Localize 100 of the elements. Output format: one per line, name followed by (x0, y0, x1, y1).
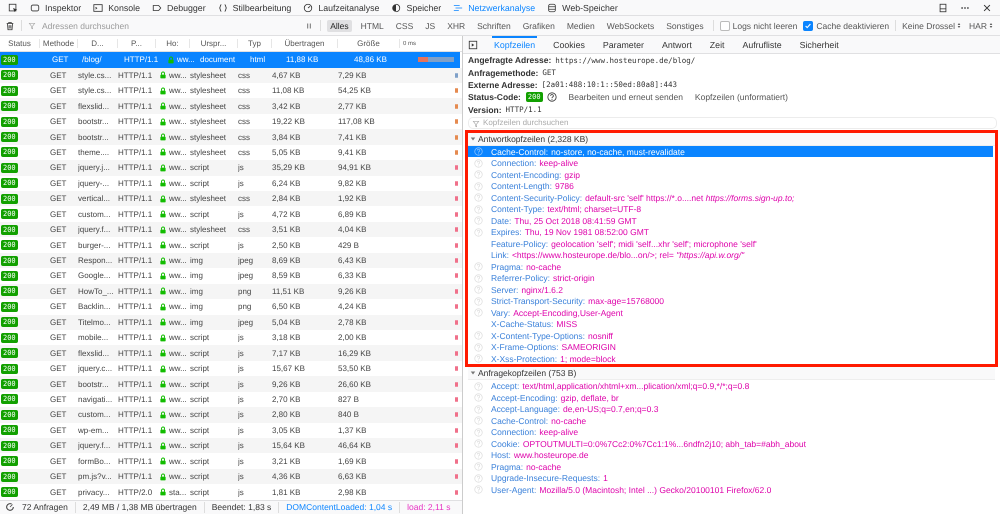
column-header[interactable]: D... (78, 39, 118, 48)
detail-tab[interactable]: Zeit (708, 36, 726, 53)
header-row[interactable]: Referrer-Policy: strict-origin (468, 272, 995, 284)
header-value: no-cache (526, 462, 562, 472)
header-row[interactable]: Content-Type: text/html; charset=UTF-8 (468, 203, 995, 215)
trash-icon[interactable] (5, 20, 15, 30)
section-title: Anfragekopfzeilen (753 B) (478, 368, 576, 378)
column-header[interactable]: Übertragen (272, 39, 338, 48)
header-row[interactable]: Content-Security-Policy: default-src 'self' https://*.o....net https://forms.sign-up.to; (468, 192, 995, 204)
timing-bar (455, 180, 458, 186)
header-row[interactable]: Expires: Thu, 19 Nov 1981 08:52:00 GMT (468, 226, 995, 238)
header-row[interactable]: X-Xss-Protection: 1; mode=block (468, 352, 995, 364)
action-button[interactable]: Kopfzeilen (unformatiert) (694, 92, 788, 102)
lock-icon (160, 442, 166, 450)
header-row[interactable]: Accept: text/html,application/xhtml+xm...plication/xml;q=0.9,*/*;q=0.8 (468, 380, 995, 392)
devtools-tab[interactable]: Stilbearbeitung (218, 0, 292, 15)
devtools-tab[interactable]: Debugger (152, 0, 206, 15)
help-icon[interactable] (546, 92, 557, 102)
devtools-tab[interactable]: Konsole (93, 0, 140, 15)
gauge-icon[interactable] (5, 502, 15, 512)
table-cell-text: 3,05 KB (272, 426, 302, 435)
checkbox[interactable] (720, 20, 730, 30)
type-filter-button[interactable]: HTML (358, 20, 387, 32)
header-row[interactable]: Link: <https://www.hosteurope.de/blo...on/>; rel= "https://api.w.org/" (468, 249, 995, 261)
column-header[interactable]: Ho: (156, 39, 190, 48)
detail-tab[interactable]: Aufrufliste (740, 36, 784, 53)
header-name: Feature-Policy: (491, 238, 548, 249)
header-row[interactable]: Accept-Language: de,en-US;q=0.7,en;q=0.3 (468, 403, 995, 415)
header-value: <https://www.hosteurope.de/blo...on/>; rel= "https://api.w.org/" (512, 250, 744, 260)
dropdown[interactable]: Keine Drossel (902, 20, 962, 30)
detail-tab[interactable]: Sicherheit (798, 36, 841, 53)
column-header[interactable]: Status (0, 39, 40, 48)
header-row[interactable]: X-Cache-Status: MISS (468, 318, 995, 330)
close-icon[interactable] (982, 2, 992, 12)
type-filter-button[interactable]: Medien (564, 20, 598, 32)
header-row[interactable]: Cache-Control: no-store, no-cache, must-revalidate (468, 146, 993, 158)
header-row[interactable]: X-Frame-Options: SAMEORIGIN (468, 341, 995, 353)
dropdown[interactable]: HAR (969, 20, 993, 30)
devtools-tab[interactable]: Netzwerkanalyse (453, 0, 536, 15)
column-header[interactable]: Größe (338, 39, 400, 48)
detail-tab[interactable]: Parameter (600, 36, 646, 53)
header-row[interactable]: Content-Length: 9786 (468, 180, 995, 192)
type-filter-button[interactable]: XHR (444, 20, 468, 32)
table-cell-text: 2,98 KB (338, 488, 368, 497)
detail-tab[interactable]: Antwort (660, 36, 694, 53)
header-row[interactable]: Connection: keep-alive (468, 157, 995, 169)
checkbox[interactable] (803, 20, 814, 30)
devtools-tab[interactable]: Laufzeitanalyse (303, 0, 380, 15)
devtools-tab[interactable]: Speicher (391, 0, 442, 15)
header-row[interactable]: Date: Thu, 25 Oct 2018 08:41:59 GMT (468, 214, 995, 226)
header-row[interactable]: Pragma: no-cache (468, 460, 995, 472)
header-row[interactable]: Cookie: OPTOUTMULTI=0:0%7Cc2:0%7Cc1:1%...6ndfn2j10; abh_tab=#abh_about (468, 438, 995, 450)
lock-icon (160, 86, 166, 95)
search-field[interactable]: Adressen durchsuchen (42, 20, 298, 30)
header-row[interactable]: Vary: Accept-Encoding,User-Agent (468, 306, 995, 318)
element-picker-icon[interactable] (8, 2, 18, 12)
dock-icon[interactable] (938, 2, 948, 12)
header-row[interactable]: Content-Encoding: gzip (468, 168, 995, 180)
table-cell-text: GET (49, 286, 68, 296)
type-filter-button[interactable]: Grafiken (520, 20, 558, 32)
table-cell-text: HTTP/1.1 (118, 117, 154, 126)
panel-toggle-icon[interactable] (468, 40, 478, 50)
expander-icon[interactable] (470, 136, 476, 142)
checkbox-label: Cache deaktivieren (816, 20, 890, 30)
header-row[interactable]: Host: www.hosteurope.de (468, 449, 995, 461)
type-filter-button[interactable]: Alles (327, 20, 352, 32)
type-filter-button[interactable]: Schriften (474, 20, 514, 32)
table-cell-text: 1,81 KB (272, 488, 302, 497)
section-header[interactable]: Antwortkopfzeilen (2,328 KB) (468, 132, 995, 146)
header-row[interactable]: Strict-Transport-Security: max-age=15768000 (468, 295, 995, 307)
column-header[interactable]: Urspr... (190, 39, 238, 48)
table-cell-text: png (238, 286, 252, 296)
header-row[interactable]: Connection: keep-alive (468, 426, 995, 438)
header-row[interactable]: X-Content-Type-Options: nosniff (468, 330, 995, 342)
action-button[interactable]: Bearbeiten und erneut senden (568, 92, 683, 102)
header-row[interactable]: Feature-Policy: geolocation 'self'; midi 'self...xhr 'self'; microphone 'self' (468, 238, 995, 250)
detail-tab[interactable]: Cookies (551, 36, 587, 53)
column-header[interactable]: Typ (238, 39, 272, 48)
timing-bar (455, 350, 458, 356)
type-filter-button[interactable]: JS (422, 20, 438, 32)
header-row[interactable]: Cache-Control: no-cache (468, 414, 995, 426)
table-cell-text: script (190, 472, 210, 482)
type-filter-button[interactable]: WebSockets (604, 20, 658, 32)
header-row[interactable]: User-Agent: Mozilla/5.0 (Macintosh; Intel ...) Gecko/20100101 Firefox/62.0 (468, 484, 995, 496)
header-row[interactable]: Pragma: no-cache (468, 260, 995, 272)
status-text: Beendet: 1,83 s (212, 502, 272, 512)
type-filter-button[interactable]: Sonstiges (663, 20, 707, 32)
header-row[interactable]: Accept-Encoding: gzip, deflate, br (468, 392, 995, 404)
devtools-tab[interactable]: Inspektor (30, 0, 82, 15)
lock-icon (160, 410, 166, 419)
table-cell-text: 3,42 KB (272, 102, 302, 111)
section-header[interactable]: Anfragekopfzeilen (753 B) (468, 367, 995, 380)
column-header[interactable]: Methode (40, 39, 78, 48)
devtools-tab[interactable]: Web-Speicher (547, 0, 618, 15)
search-field[interactable]: Kopfzeilen durchsuchen (468, 116, 997, 129)
header-row[interactable]: Server: nginx/1.6.2 (468, 284, 995, 296)
type-filter-button[interactable]: CSS (392, 20, 416, 32)
column-header[interactable]: P... (118, 39, 156, 48)
expander-icon[interactable] (470, 370, 476, 376)
header-row[interactable]: Upgrade-Insecure-Requests: 1 (468, 472, 995, 484)
